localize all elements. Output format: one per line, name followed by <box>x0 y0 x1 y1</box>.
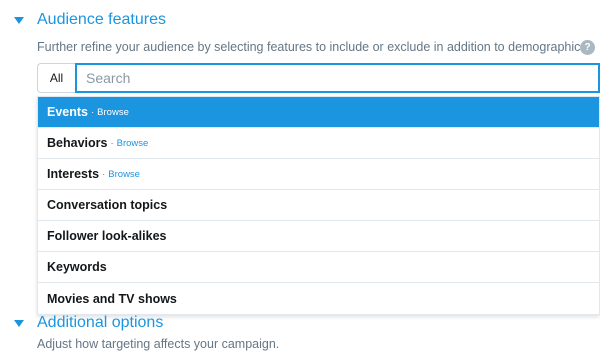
dropdown-item-label: Follower look-alikes <box>47 229 167 243</box>
dropdown-item-label: Behaviors <box>47 136 108 150</box>
additional-options-toggle[interactable]: Additional options <box>14 314 163 332</box>
feature-dropdown: Events · Browse Behaviors · Browse Interes… <box>37 96 600 315</box>
dropdown-item-events[interactable]: Events · Browse <box>38 97 599 128</box>
browse-link[interactable]: · Browse <box>91 107 129 118</box>
dropdown-item-label: Movies and TV shows <box>47 291 177 306</box>
dropdown-item-movies-and-tv-shows[interactable]: Movies and TV shows <box>38 283 599 314</box>
dropdown-item-label: Interests <box>47 167 100 181</box>
dropdown-item-label: Conversation topics <box>47 198 168 212</box>
audience-features-toggle[interactable]: Audience features <box>14 11 166 29</box>
help-icon[interactable]: ? <box>580 40 595 55</box>
filter-all-button[interactable]: All <box>37 63 75 93</box>
dropdown-item-label: Events <box>47 105 88 119</box>
dropdown-item-keywords[interactable]: Keywords <box>38 252 599 283</box>
additional-options-description: Adjust how targeting affects your campai… <box>37 337 280 351</box>
browse-link[interactable]: · Browse <box>110 138 148 149</box>
caret-down-icon <box>14 319 24 327</box>
search-bar: All <box>37 63 600 93</box>
dropdown-item-behaviors[interactable]: Behaviors · Browse <box>38 128 599 159</box>
dropdown-item-label: Keywords <box>47 260 107 274</box>
section-title: Audience features <box>37 11 166 28</box>
dropdown-item-interests[interactable]: Interests · Browse <box>38 159 599 190</box>
caret-down-icon <box>14 16 24 24</box>
search-input[interactable] <box>75 63 600 93</box>
audience-features-description: Further refine your audience by selectin… <box>37 40 591 54</box>
dropdown-item-conversation-topics[interactable]: Conversation topics <box>38 190 599 221</box>
dropdown-item-follower-look-alikes[interactable]: Follower look-alikes <box>38 221 599 252</box>
browse-link[interactable]: · Browse <box>102 169 140 180</box>
section-title: Additional options <box>37 314 164 331</box>
